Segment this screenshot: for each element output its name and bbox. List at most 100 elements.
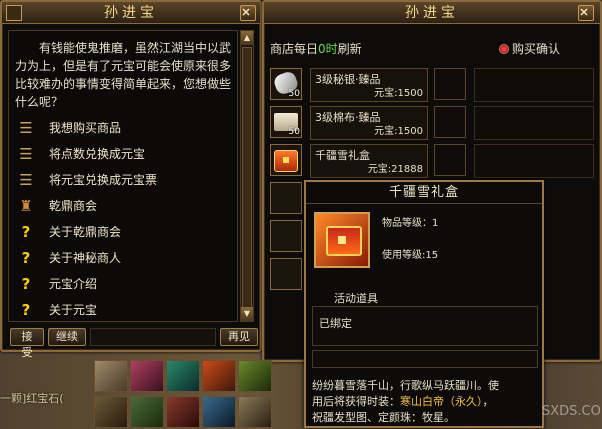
tooltip-use-level: 使用等级:15 <box>382 250 439 261</box>
item-slot[interactable] <box>270 220 302 252</box>
skill-slot[interactable] <box>94 360 128 392</box>
dialog-content: 有钱能使鬼推磨，虽然江湖当中以武力为上，但是有了元宝可能会使原来很多比较难办的事… <box>8 30 238 322</box>
shop-titlebar[interactable]: 孙进宝 ✕ <box>264 2 600 24</box>
continue-button[interactable]: 继续 <box>48 328 86 346</box>
tooltip-title: 千疆雪礼盒 <box>306 182 542 204</box>
skill-slot[interactable] <box>166 396 200 428</box>
bag-icon <box>17 197 35 215</box>
item-card[interactable]: 千疆雪礼盒 元宝:21888 <box>310 144 428 178</box>
tooltip-desc-line: 祝疆发型图、定颜珠：牧星。 <box>312 411 455 424</box>
tooltip-desc-line: 纷纷暮雪落千山，行歌纵马跃疆川。使 <box>312 379 499 392</box>
shop-refresh-notice: 商店每日0时刷新 <box>270 40 362 57</box>
empty-item-card <box>474 106 594 140</box>
empty-item-slot[interactable] <box>434 106 466 138</box>
window-menu-icon[interactable] <box>6 5 22 21</box>
skill-slot[interactable] <box>130 396 164 428</box>
question-icon <box>17 223 35 241</box>
skill-slot[interactable] <box>238 360 272 392</box>
skill-slot[interactable] <box>202 360 236 392</box>
watermark: SXDS.COM <box>542 404 602 419</box>
item-stack-count: 50 <box>288 89 300 99</box>
scroll-icon <box>17 145 35 163</box>
question-icon <box>17 249 35 267</box>
option-yuanbao-intro[interactable]: 元宝介绍 <box>9 271 237 297</box>
option-label: 乾鼎商会 <box>49 199 98 213</box>
purchase-confirm-toggle[interactable]: 购买确认 <box>498 40 560 57</box>
purchase-confirm-label: 购买确认 <box>511 42 560 56</box>
skill-bar <box>94 360 306 429</box>
goodbye-button[interactable]: 再见 <box>220 328 258 346</box>
item-slot[interactable] <box>270 144 302 176</box>
shop-item-row[interactable]: 50 3级棉布·臻品 元宝:1500 <box>270 106 600 142</box>
empty-item-card <box>474 68 594 102</box>
tooltip-item-type: 活动道具 <box>334 292 378 305</box>
tooltip-divider-box <box>312 350 538 368</box>
empty-item-slot[interactable] <box>434 144 466 176</box>
item-price: 元宝:21888 <box>367 164 423 175</box>
option-label: 关于乾鼎商会 <box>49 225 122 239</box>
option-about-qianding[interactable]: 关于乾鼎商会 <box>9 219 237 245</box>
option-yuanbao-to-ticket[interactable]: 将元宝兑换成元宝票 <box>9 167 237 193</box>
gift-box-icon <box>274 150 298 172</box>
item-slot[interactable] <box>270 182 302 214</box>
scroll-down-icon[interactable]: ▼ <box>241 307 253 321</box>
tooltip-bound-status: 已绑定 <box>312 306 538 346</box>
skill-slot[interactable] <box>130 360 164 392</box>
option-about-yuanbao[interactable]: 关于元宝 <box>9 297 237 321</box>
close-icon[interactable]: ✕ <box>578 5 594 21</box>
skill-slot[interactable] <box>202 396 236 428</box>
skill-slot[interactable] <box>166 360 200 392</box>
scroll-icon <box>17 171 35 189</box>
skill-slot[interactable] <box>238 396 272 428</box>
empty-item-slot[interactable] <box>434 68 466 100</box>
option-label: 关于元宝 <box>49 303 98 317</box>
refresh-prefix: 商店每日 <box>270 42 319 56</box>
skill-slot[interactable] <box>94 396 128 428</box>
item-price: 元宝:1500 <box>374 88 423 99</box>
chat-line: 一颗]红宝石( <box>0 392 64 405</box>
item-tooltip: 千疆雪礼盒 物品等级：1 使用等级:15 活动道具 已绑定 纷纷暮雪落千山，行歌… <box>304 180 544 428</box>
accept-button[interactable]: 接受 <box>10 328 44 359</box>
item-stack-count: 50 <box>288 127 300 137</box>
shop-item-row[interactable]: 千疆雪礼盒 元宝:21888 <box>270 144 600 180</box>
gift-box-icon <box>314 212 370 268</box>
option-buy-goods[interactable]: 我想购买商品 <box>9 115 237 141</box>
item-price: 元宝:1500 <box>374 126 423 137</box>
tooltip-description: 纷纷暮雪落千山，行歌纵马跃疆川。使 用后将获得时装：寒山白帝（永久）， 祝疆发型… <box>312 378 544 426</box>
tooltip-desc-text: 用后将获得时装： <box>312 395 400 408</box>
npc-dialog-window: 孙进宝 ✕ 有钱能使鬼推磨，虽然江湖当中以武力为上，但是有了元宝可能会使原来很多… <box>0 0 262 359</box>
option-label: 将点数兑换成元宝 <box>49 147 146 161</box>
tooltip-desc-highlight: 寒山白帝（永久） <box>400 395 483 408</box>
option-points-to-yuanbao[interactable]: 将点数兑换成元宝 <box>9 141 237 167</box>
scroll-thumb[interactable] <box>242 47 252 317</box>
item-slot[interactable]: 50 <box>270 68 302 100</box>
dialog-scrollbar[interactable]: ▲ ▼ <box>240 30 254 322</box>
question-icon <box>17 275 35 293</box>
item-slot[interactable] <box>270 258 302 290</box>
dialog-input-strip <box>90 328 216 346</box>
close-icon[interactable]: ✕ <box>240 5 256 21</box>
radio-icon[interactable] <box>498 44 509 54</box>
tooltip-desc-text: ， <box>482 395 494 408</box>
tooltip-item-level: 物品等级：1 <box>382 218 439 229</box>
shop-title: 孙进宝 <box>405 5 459 21</box>
option-label: 将元宝兑换成元宝票 <box>49 173 158 187</box>
dialog-button-bar: 接受 继续 再见 <box>6 328 258 359</box>
option-qianding-guild[interactable]: 乾鼎商会 <box>9 193 237 219</box>
option-label: 元宝介绍 <box>49 277 98 291</box>
tooltip-desc-line: 用后将获得时装：寒山白帝（永久）， <box>312 394 544 410</box>
refresh-hour: 0时 <box>318 42 338 56</box>
option-label: 关于神秘商人 <box>49 251 122 265</box>
item-slot[interactable]: 50 <box>270 106 302 138</box>
empty-item-card <box>474 144 594 178</box>
scroll-up-icon[interactable]: ▲ <box>241 31 253 45</box>
shop-item-row[interactable]: 50 3级秘银·臻品 元宝:1500 <box>270 68 600 104</box>
scroll-icon <box>17 119 35 137</box>
npc-dialog-titlebar[interactable]: 孙进宝 ✕ <box>2 2 260 24</box>
question-icon <box>17 301 35 319</box>
refresh-suffix: 刷新 <box>337 42 362 56</box>
npc-intro-text: 有钱能使鬼推磨，虽然江湖当中以武力为上，但是有了元宝可能会使原来很多比较难办的事… <box>15 41 232 109</box>
item-card[interactable]: 3级棉布·臻品 元宝:1500 <box>310 106 428 140</box>
item-card[interactable]: 3级秘银·臻品 元宝:1500 <box>310 68 428 102</box>
option-about-mystery-merchant[interactable]: 关于神秘商人 <box>9 245 237 271</box>
